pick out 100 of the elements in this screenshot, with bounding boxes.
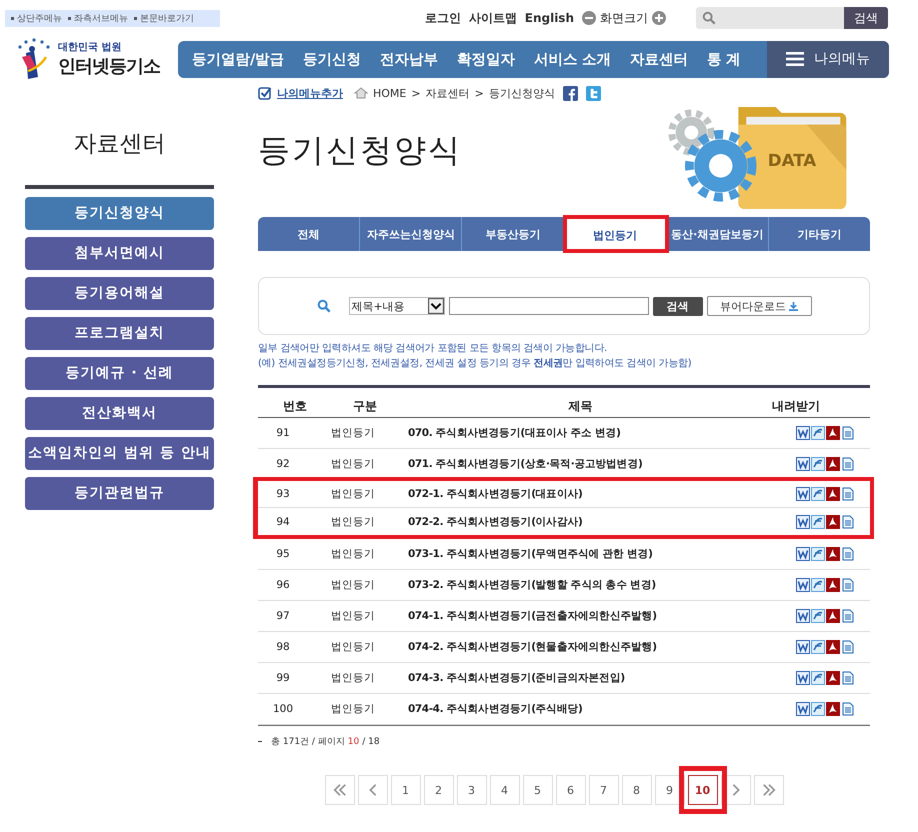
first-page-button[interactable] xyxy=(324,775,354,805)
pdf-file-icon[interactable] xyxy=(826,457,840,471)
nav-item[interactable]: 전자납부 xyxy=(380,50,438,68)
form-title-link[interactable]: 072-2. 주식회사변경등기(이사감사) xyxy=(398,514,780,528)
nav-item[interactable]: 통 계 xyxy=(706,50,740,68)
word-file-icon[interactable] xyxy=(796,457,810,471)
sidebar-item[interactable]: 첨부서면예시 xyxy=(25,237,214,270)
pdf-file-icon[interactable] xyxy=(826,640,840,654)
sidebar-item[interactable]: 등기예규 · 선례 xyxy=(25,357,214,390)
search-input[interactable] xyxy=(448,297,648,315)
pdf-file-icon[interactable] xyxy=(826,514,840,528)
pdf-file-icon[interactable] xyxy=(826,426,840,440)
form-title-link[interactable]: 071. 주식회사변경등기(상호·목적·공고방법변경) xyxy=(398,457,780,471)
sidebar-item[interactable]: 전산화백서 xyxy=(25,397,214,430)
my-menu-button[interactable]: 나의메뉴 xyxy=(767,40,889,78)
column-header: 구분 xyxy=(352,398,378,414)
category-tab[interactable]: 전체 xyxy=(258,217,360,251)
add-my-menu-link[interactable]: 나의메뉴추가 xyxy=(277,86,343,100)
nav-item[interactable]: 등기신청 xyxy=(302,50,361,68)
page-button[interactable]: 6 xyxy=(556,775,586,805)
skip-link[interactable]: 본문바로가기 xyxy=(140,12,194,24)
minus-icon[interactable] xyxy=(582,11,596,25)
page-button[interactable]: 2 xyxy=(424,775,454,805)
nav-item[interactable]: 등기열람/발급 xyxy=(192,50,284,68)
category-tab[interactable]: 기타등기 xyxy=(768,217,870,251)
nav-item[interactable]: 확정일자 xyxy=(456,50,515,68)
category-tab[interactable]: 동산·채권담보등기 xyxy=(666,217,769,251)
nav-item[interactable]: 서비스 소개 xyxy=(534,50,611,68)
pdf-file-icon[interactable] xyxy=(826,609,840,623)
table-cell-text: 법인등기 xyxy=(330,640,376,654)
pdf-file-icon[interactable] xyxy=(826,487,840,501)
sidebar-item[interactable]: 등기신청양식 xyxy=(25,197,214,230)
form-title-link[interactable]: 073-1. 주식회사변경등기(무액면주식에 관한 변경) xyxy=(398,547,780,561)
plus-icon[interactable] xyxy=(652,11,666,25)
document-file-icon[interactable] xyxy=(840,702,854,716)
sidebar-title: 자료센터 xyxy=(72,130,166,159)
page-button[interactable]: 1 xyxy=(390,775,420,805)
word-file-icon[interactable] xyxy=(796,547,810,561)
document-file-icon[interactable] xyxy=(840,671,854,685)
search-scope-dropdown[interactable]: 제목+내용 xyxy=(348,297,444,315)
viewer-download-button[interactable]: 뷰어다운로드 xyxy=(706,296,812,316)
document-file-icon[interactable] xyxy=(840,640,854,654)
pdf-file-icon[interactable] xyxy=(826,702,840,716)
page-button[interactable]: 4 xyxy=(490,775,520,805)
search-field[interactable] xyxy=(696,7,844,29)
sidebar-item[interactable]: 프로그램설치 xyxy=(25,317,214,350)
word-file-icon[interactable] xyxy=(796,609,810,623)
page-button[interactable]: 9 xyxy=(654,775,684,805)
table-cell-text: 98 xyxy=(275,641,291,653)
utility-link[interactable]: English xyxy=(524,11,574,25)
double-chevron-left-icon xyxy=(332,783,346,797)
word-file-icon[interactable] xyxy=(796,702,810,716)
table-cell-text: 법인등기 xyxy=(330,514,376,528)
document-file-icon[interactable] xyxy=(840,578,854,592)
utility-link[interactable]: 로그인 xyxy=(424,10,461,26)
search-button[interactable]: 검색 xyxy=(844,7,888,29)
search-button[interactable]: 검색 xyxy=(652,296,702,316)
category-tab[interactable]: 자주쓰는신청양식 xyxy=(360,217,462,251)
facebook-icon[interactable] xyxy=(562,86,578,100)
pdf-file-icon[interactable] xyxy=(826,671,840,685)
pdf-file-icon[interactable] xyxy=(826,547,840,561)
document-file-icon[interactable] xyxy=(840,487,854,501)
form-title-link[interactable]: 074-4. 주식회사변경등기(주식배당) xyxy=(398,702,780,716)
document-file-icon[interactable] xyxy=(840,609,854,623)
form-title-link[interactable]: 074-2. 주식회사변경등기(현물출자에의한신주발행) xyxy=(398,640,780,654)
word-file-icon[interactable] xyxy=(796,487,810,501)
document-file-icon[interactable] xyxy=(840,547,854,561)
skip-link[interactable]: 상단주메뉴 xyxy=(17,12,62,24)
next-page-button[interactable] xyxy=(720,775,750,805)
sidebar-item[interactable]: 등기용어해설 xyxy=(25,277,214,310)
page-button[interactable]: 5 xyxy=(522,775,552,805)
form-title-link[interactable]: 072-1. 주식회사변경등기(대표이사) xyxy=(398,487,780,501)
sidebar-item[interactable]: 등기관련법규 xyxy=(25,477,214,510)
page-button[interactable]: 3 xyxy=(456,775,486,805)
form-title-link[interactable]: 074-3. 주식회사변경등기(준비금의자본전입) xyxy=(398,671,780,685)
category-tab[interactable]: 부동산등기 xyxy=(462,217,565,251)
pdf-file-icon[interactable] xyxy=(826,578,840,592)
checkbox-icon xyxy=(258,86,272,100)
document-file-icon[interactable] xyxy=(840,426,854,440)
word-file-icon[interactable] xyxy=(796,578,810,592)
twitter-icon[interactable] xyxy=(586,86,601,100)
document-file-icon[interactable] xyxy=(840,514,854,528)
word-file-icon[interactable] xyxy=(796,514,810,528)
table-cell-text: 법인등기 xyxy=(330,671,376,685)
skip-link[interactable]: 좌측서브메뉴 xyxy=(74,12,128,24)
form-title-link[interactable]: 073-2. 주식회사변경등기(발행할 주식의 총수 변경) xyxy=(398,578,780,592)
table-cell-text: 94 xyxy=(275,516,291,528)
previous-page-button[interactable] xyxy=(358,775,388,805)
utility-link[interactable]: 사이트맵 xyxy=(468,10,517,26)
document-file-icon[interactable] xyxy=(840,457,854,471)
form-title-link[interactable]: 070. 주식회사변경등기(대표이사 주소 변경) xyxy=(398,426,780,440)
word-file-icon[interactable] xyxy=(796,671,810,685)
word-file-icon[interactable] xyxy=(796,640,810,654)
page-button[interactable]: 7 xyxy=(588,775,618,805)
page-button[interactable]: 8 xyxy=(622,775,652,805)
nav-item[interactable]: 자료센터 xyxy=(630,50,688,68)
sidebar-item[interactable]: 소액임차인의 범위 등 안내 xyxy=(25,437,214,470)
word-file-icon[interactable] xyxy=(796,426,810,440)
last-page-button[interactable] xyxy=(754,775,784,805)
form-title-link[interactable]: 074-1. 주식회사변경등기(금전출자에의한신주발행) xyxy=(398,609,780,623)
